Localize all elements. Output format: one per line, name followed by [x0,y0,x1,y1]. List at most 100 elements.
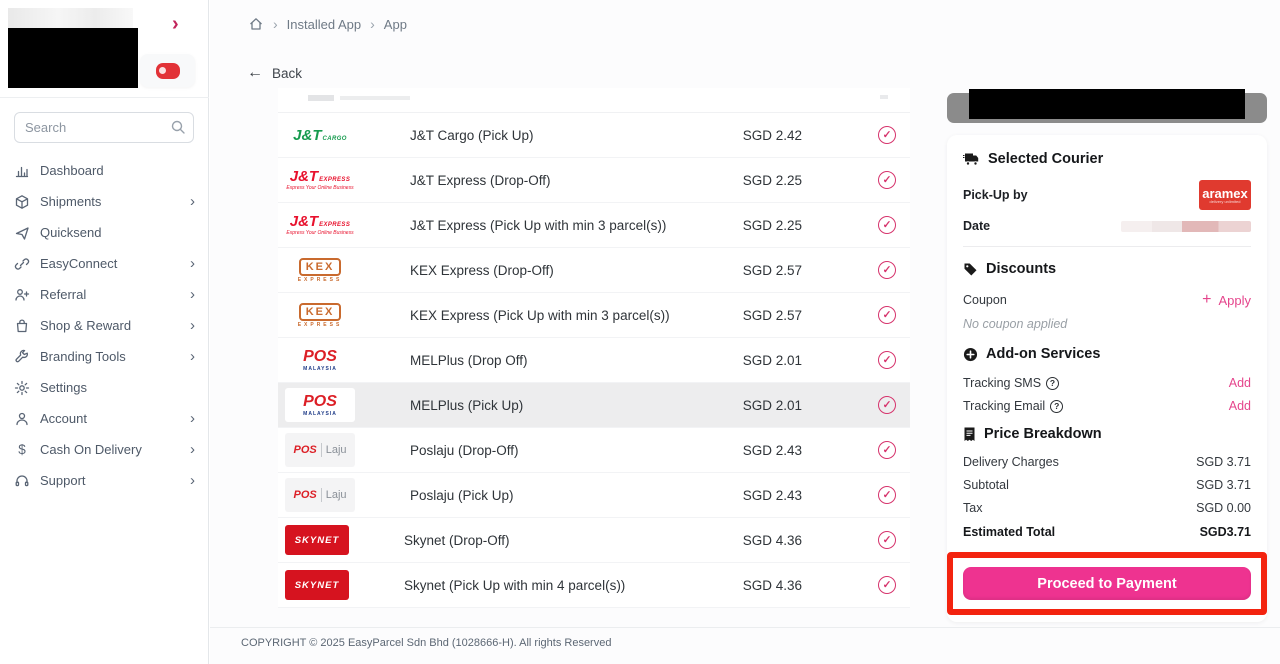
tracking-sms-row: Tracking SMS Add [963,376,1251,390]
courier-row[interactable]: POSLaju Poslaju (Pick Up) SGD 2.43 [278,473,910,518]
select-check-icon[interactable] [878,216,896,234]
sidebar-item-cash-on-delivery[interactable]: $ Cash On Delivery [0,434,209,465]
select-check-icon[interactable] [878,306,896,324]
sidebar-collapse-chevron-icon[interactable] [172,13,179,36]
courier-name: Poslaju (Drop-Off) [410,443,732,458]
sidebar-item-branding-tools[interactable]: Branding Tools [0,341,209,372]
select-check-icon[interactable] [878,531,896,549]
select-check-icon[interactable] [878,441,896,459]
sidebar-item-quicksend[interactable]: Quicksend [0,217,209,248]
link-icon [14,256,30,272]
chevron-right-icon [190,441,195,458]
courier-name: J&T Cargo (Pick Up) [410,128,732,143]
person-add-icon [14,287,30,303]
person-icon [14,411,30,427]
breadcrumb: Installed App App [248,16,407,32]
breadcrumb-app: App [384,17,407,32]
select-check-icon[interactable] [878,576,896,594]
copyright-text: COPYRIGHT © 2025 EasyParcel Sdn Bhd (102… [241,637,611,649]
courier-row[interactable]: POSMALAYSIA MELPlus (Drop Off) SGD 2.01 [278,338,910,383]
select-check-icon[interactable] [878,396,896,414]
courier-row[interactable]: KEXEXPRESS KEX Express (Pick Up with min… [278,293,910,338]
courier-name: KEX Express (Drop-Off) [410,263,732,278]
courier-price: SGD 2.57 [732,308,802,323]
sidebar-item-easyconnect[interactable]: EasyConnect [0,248,209,279]
order-summary-panel: Selected Courier Pick-Up by aramex deliv… [947,135,1267,622]
courier-price: SGD 2.43 [732,488,802,503]
courier-row[interactable]: J&TEXPRESS– Express Your Online Business… [278,158,910,203]
sidebar-item-label: Branding Tools [40,349,126,364]
proceed-to-payment-button[interactable]: Proceed to Payment [963,567,1251,600]
addons-section-title: Add-on Services [963,346,1251,362]
breadcrumb-separator-icon [370,16,375,32]
kex-express-logo: KEXEXPRESS [285,253,355,287]
no-coupon-text: No coupon applied [963,317,1251,331]
courier-row[interactable]: SKYNET Skynet (Pick Up with min 4 parcel… [278,563,910,608]
breadcrumb-separator-icon [273,16,278,32]
courier-row[interactable]: J&TCARGO J&T Cargo (Pick Up) SGD 2.42 [278,113,910,158]
discounts-section-title: Discounts [963,261,1251,277]
courier-name: Skynet (Pick Up with min 4 parcel(s)) [404,578,732,593]
price-row-estimated-total: Estimated Total SGD3.71 [963,525,1251,539]
add-tracking-email-button[interactable]: Add [1229,399,1251,413]
price-row-tax: Tax SGD 0.00 [963,501,1251,515]
sidebar-item-support[interactable]: Support [0,465,209,496]
courier-rate-table: J&TCARGO J&T Cargo (Pick Up) SGD 2.42 J&… [278,88,910,608]
courier-price: SGD 2.25 [732,173,802,188]
main-content: Installed App App Back J&TCARGO J&T Carg… [210,0,1280,664]
app-logo-redaction [8,28,138,88]
price-value: SGD 3.71 [1196,455,1251,469]
courier-name: MELPlus (Drop Off) [410,353,732,368]
courier-row[interactable]: SKYNET Skynet (Drop-Off) SGD 4.36 [278,518,910,563]
gear-icon [14,380,30,396]
courier-name: KEX Express (Pick Up with min 3 parcel(s… [410,308,732,323]
courier-price: SGD 4.36 [732,533,802,548]
back-button[interactable]: Back [247,64,302,82]
country-selector[interactable] [140,54,195,87]
chevron-right-icon [190,255,195,272]
sidebar-item-shipments[interactable]: Shipments [0,186,209,217]
bar-chart-icon [14,163,30,179]
date-row: Date [963,219,1251,233]
courier-row[interactable]: J&TEXPRESS– Express Your Online Business… [278,203,910,248]
bag-icon [14,318,30,334]
search-icon [170,119,186,135]
courier-row[interactable]: POSLaju Poslaju (Drop-Off) SGD 2.43 [278,428,910,473]
help-icon[interactable] [1046,377,1059,390]
breadcrumb-installed-app[interactable]: Installed App [287,17,361,32]
courier-price: SGD 2.01 [732,353,802,368]
select-check-icon[interactable] [878,261,896,279]
poslaju-logo: POSLaju [285,478,355,512]
redacted-header-bar [947,93,1267,123]
select-check-icon[interactable] [878,351,896,369]
add-tracking-sms-button[interactable]: Add [1229,376,1251,390]
search-input[interactable] [14,112,194,143]
courier-row[interactable]: KEXEXPRESS KEX Express (Drop-Off) SGD 2.… [278,248,910,293]
pos-malaysia-logo: POSMALAYSIA [285,388,355,422]
home-icon[interactable] [248,16,264,32]
sidebar-item-settings[interactable]: Settings [0,372,209,403]
chevron-right-icon [190,317,195,334]
sidebar-item-shop-reward[interactable]: Shop & Reward [0,310,209,341]
select-check-icon[interactable] [878,126,896,144]
tag-icon [963,262,978,277]
apply-coupon-button[interactable]: Apply [1202,292,1251,308]
box-icon [14,194,30,210]
truck-icon [963,152,980,167]
tracking-email-label: Tracking Email [963,399,1063,413]
sidebar-item-label: Shipments [40,194,101,209]
sidebar-item-referral[interactable]: Referral [0,279,209,310]
back-arrow-icon [247,64,263,82]
sidebar-item-dashboard[interactable]: Dashboard [0,155,209,186]
courier-name: Skynet (Drop-Off) [404,533,732,548]
sidebar-item-account[interactable]: Account [0,403,209,434]
courier-row-selected[interactable]: POSMALAYSIA MELPlus (Pick Up) SGD 2.01 [278,383,910,428]
chevron-right-icon [190,286,195,303]
courier-name: J&T Express (Drop-Off) [410,173,732,188]
select-check-icon[interactable] [878,486,896,504]
help-icon[interactable] [1050,400,1063,413]
select-check-icon[interactable] [878,171,896,189]
courier-name: Poslaju (Pick Up) [410,488,732,503]
sidebar-item-label: Account [40,411,87,426]
skynet-logo: SKYNET [285,525,349,555]
